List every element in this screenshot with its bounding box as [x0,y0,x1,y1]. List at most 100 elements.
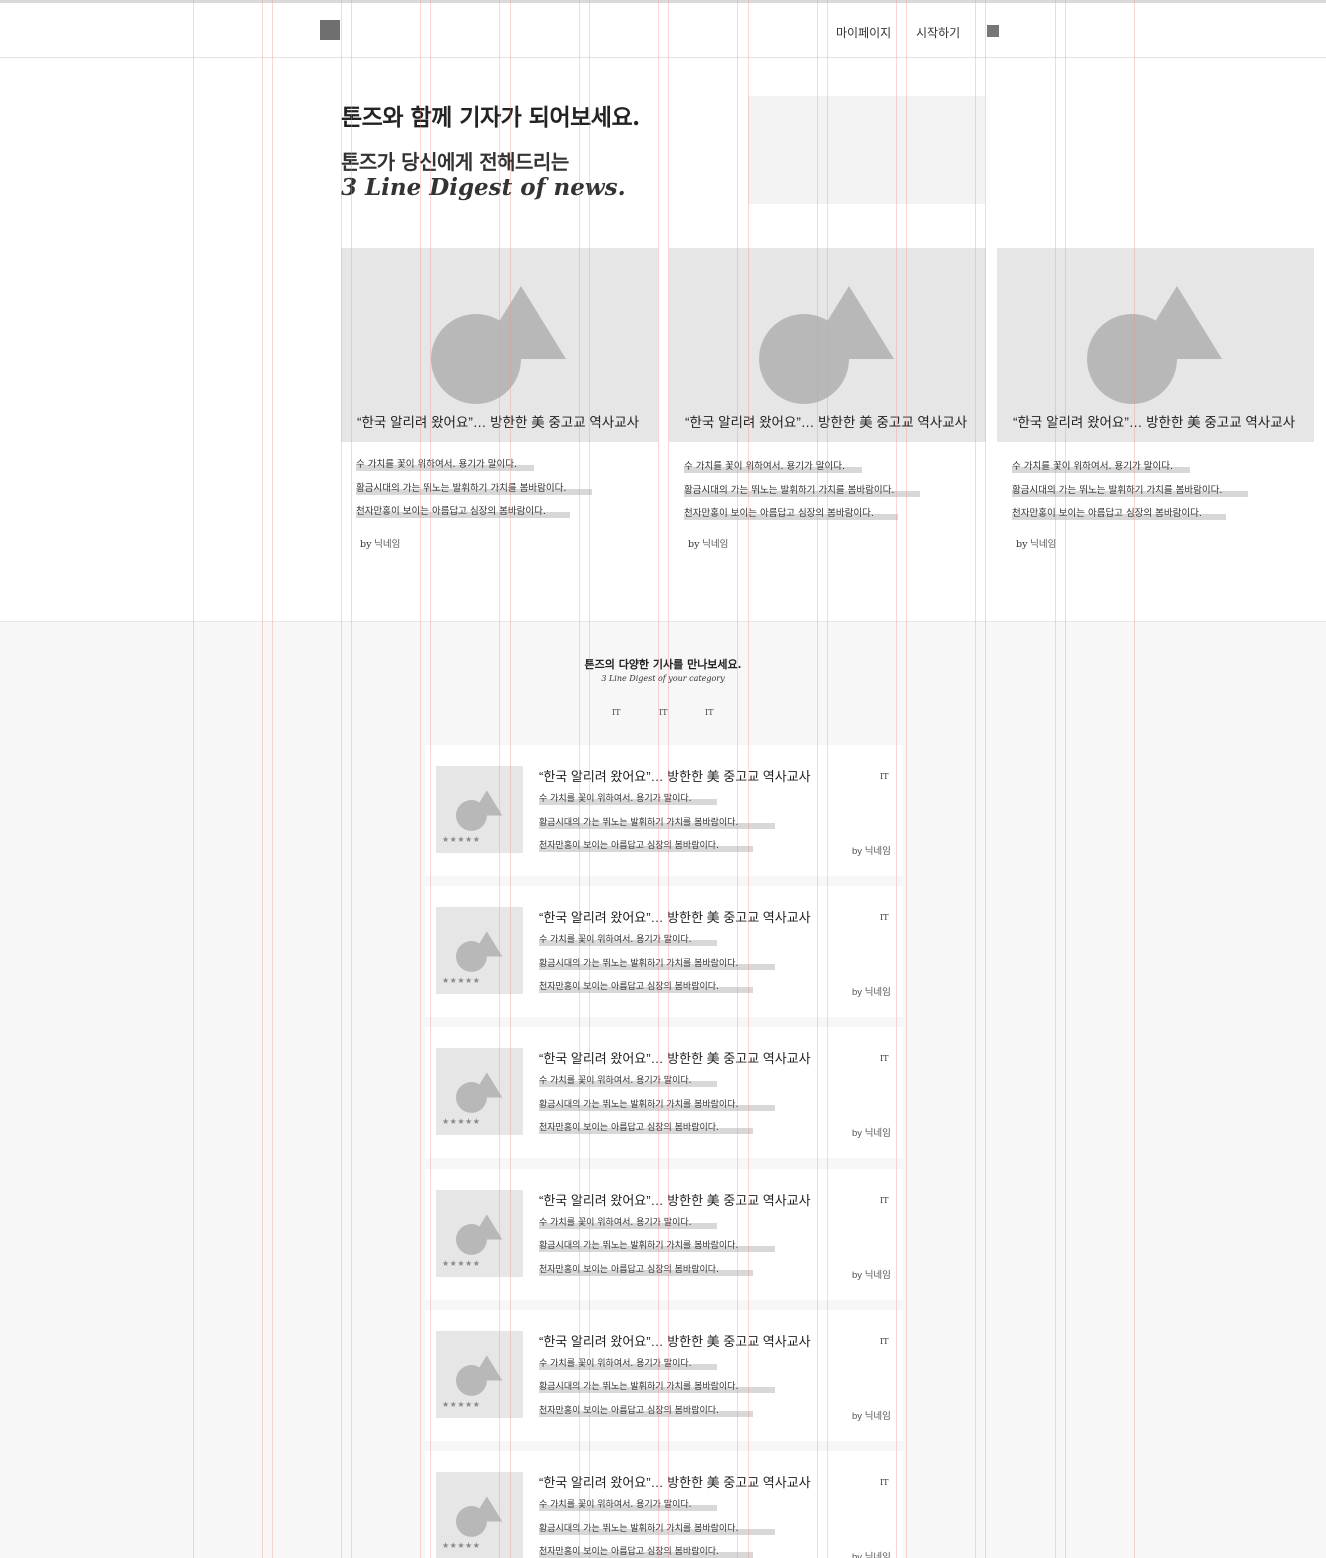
summary-line: 황금시대의 가는 뛰노는 발휘하기 가치를 봄바람이다. [539,1239,775,1263]
byline: by 닉네임 [852,1269,891,1281]
image-placeholder-icon [456,1214,503,1255]
rating-stars-icon: ★★★★★ [442,1117,481,1127]
rating-stars-icon: ★★★★★ [442,1258,481,1268]
summary-lines: 수 가치를 꽃이 위하여서. 용기가 말이다. 황금시대의 가는 뛰노는 발휘하기… [539,1357,775,1428]
summary-lines: 수 가치를 꽃이 위하여서. 용기가 말이다. 황금시대의 가는 뛰노는 발휘하… [684,460,920,531]
featured-image: “한국 알리려 왔어요”… 방한한 美 중고교 역사교사 [669,248,986,442]
author-name[interactable]: 닉네임 [865,1270,891,1281]
article-item[interactable]: ★★★★★ “한국 알리려 왔어요”… 방한한 美 중고교 역사교사 IT 수 가치를… [425,745,903,876]
category-tag: IT [880,1478,889,1487]
summary-line: 수 가치를 꽃이 위하여서. 용기가 말이다. [356,458,566,482]
byline: by 닉네임 [852,987,891,999]
category-tab[interactable]: IT [612,708,621,717]
summary-line: 천자만홍이 보이는 아름답고 심장의 봄바람이다. [356,505,570,529]
image-placeholder-icon [759,286,894,404]
rating-stars-icon: ★★★★★ [442,835,481,844]
category-tag: IT [880,772,889,781]
image-placeholder-icon [431,286,566,404]
byline: by 닉네임 [852,1410,891,1422]
article-title[interactable]: “한국 알리려 왔어요”… 방한한 美 중고교 역사교사 [539,1190,811,1209]
nav-mypage-link[interactable]: 마이페이지 [836,24,891,41]
hero-title: 톤즈와 함께 기자가 되어보세요. [341,104,640,131]
author-name[interactable]: 닉네임 [1030,539,1056,550]
summary-line: 천자만홍이 보이는 아름답고 심장의 봄바람이다. [539,1121,753,1145]
summary-lines: 수 가치를 꽃이 위하여서. 용기가 말이다. 황금시대의 가는 뛰노는 발휘하기… [539,933,775,1004]
author-name[interactable]: 닉네임 [865,1552,891,1558]
byline: by 닉네임 [1016,539,1057,550]
author-name[interactable]: 닉네임 [374,539,400,550]
summary-line: 천자만홍이 보이는 아름답고 심장의 봄바람이다. [539,1404,753,1428]
category-tab[interactable]: IT [705,708,714,717]
article-title[interactable]: “한국 알리려 왔어요”… 방한한 美 중고교 역사교사 [539,1331,811,1350]
summary-line: 천자만홍이 보이는 아름답고 심장의 봄바람이다. [539,980,753,1004]
image-placeholder-icon [456,931,503,973]
category-tab[interactable]: IT [659,708,668,717]
summary-line: 천자만홍이 보이는 아름답고 심장의 봄바람이다. [539,839,753,863]
article-item[interactable]: ★★★★★ “한국 알리려 왔어요”… 방한한 美 중고교 역사교사 IT 수 가치를… [425,1309,903,1441]
category-tag: IT [880,1195,889,1205]
byline: by 닉네임 [852,846,891,857]
author-name[interactable]: 닉네임 [865,1128,891,1139]
image-placeholder-icon [456,1355,503,1396]
summary-lines: 수 가치를 꽃이 위하여서. 용기가 말이다. 황금시대의 가는 뛰노는 발휘하… [356,458,592,529]
summary-line: 천자만홍이 보이는 아름답고 심장의 봄바람이다. [539,1263,753,1287]
category-tag: IT [880,1336,889,1346]
image-placeholder-icon [456,1496,503,1537]
summary-lines: 수 가치를 꽃이 위하여서. 용기가 말이다. 황금시대의 가는 뛰노는 발휘하… [1012,460,1248,531]
author-name[interactable]: 닉네임 [865,846,891,857]
article-title[interactable]: “한국 알리려 왔어요”… 방한한 美 중고교 역사교사 [539,766,811,785]
featured-card[interactable]: “한국 알리려 왔어요”… 방한한 美 중고교 역사교사 수 가치를 꽃이 위하… [997,248,1314,558]
rating-stars-icon: ★★★★★ [442,1541,481,1550]
summary-line: 수 가치를 꽃이 위하여서. 용기가 말이다. [539,1498,738,1522]
summary-line: 황금시대의 가는 뛰노는 발휘하기 가치를 봄바람이다. [684,484,920,508]
site-header: 마이페이지 시작하기 [0,3,1326,58]
rating-stars-icon: ★★★★★ [442,1399,481,1409]
menu-icon[interactable] [987,25,999,37]
article-item[interactable]: ★★★★★ “한국 알리려 왔어요”… 방한한 美 중고교 역사교사 IT 수 가치를… [425,1027,903,1159]
summary-line: 수 가치를 꽃이 위하여서. 용기가 말이다. [539,1357,738,1381]
summary-line: 황금시대의 가는 뛰노는 발휘하기 가치를 봄바람이다. [356,482,592,506]
image-placeholder-icon [1087,286,1222,404]
summary-line: 황금시대의 가는 뛰노는 발휘하기 가치를 봄바람이다. [539,1522,775,1546]
featured-card[interactable]: “한국 알리려 왔어요”… 방한한 美 중고교 역사교사 수 가치를 꽃이 위하… [669,248,986,558]
byline: by 닉네임 [688,539,729,550]
hero-tagline: 3 Line Digest of news. [341,174,626,201]
category-subtitle: 3 Line Digest of your category [601,674,725,683]
hero-banner-placeholder [748,96,985,204]
summary-line: 수 가치를 꽃이 위하여서. 용기가 말이다. [539,792,738,816]
article-thumbnail: ★★★★★ [436,907,523,995]
image-placeholder-icon [456,790,503,831]
image-placeholder-icon [456,1072,503,1114]
featured-title: “한국 알리려 왔어요”… 방한한 美 중고교 역사교사 [357,415,640,430]
summary-line: 황금시대의 가는 뛰노는 발휘하기 가치를 봄바람이다. [1012,484,1248,508]
summary-line: 수 가치를 꽃이 위하여서. 용기가 말이다. [539,1074,738,1098]
summary-line: 수 가치를 꽃이 위하여서. 용기가 말이다. [1012,460,1222,484]
byline: by 닉네임 [360,539,401,550]
summary-lines: 수 가치를 꽃이 위하여서. 용기가 말이다. 황금시대의 가는 뛰노는 발휘하기… [539,792,775,863]
featured-title: “한국 알리려 왔어요”… 방한한 美 중고교 역사교사 [1013,415,1296,430]
summary-lines: 수 가치를 꽃이 위하여서. 용기가 말이다. 황금시대의 가는 뛰노는 발휘하기… [539,1216,775,1287]
summary-line: 황금시대의 가는 뛰노는 발휘하기 가치를 봄바람이다. [539,1098,775,1122]
article-thumbnail: ★★★★★ [436,1189,523,1277]
featured-image: “한국 알리려 왔어요”… 방한한 美 중고교 역사교사 [997,248,1314,442]
summary-line: 황금시대의 가는 뛰노는 발휘하기 가치를 봄바람이다. [539,1380,775,1404]
article-item[interactable]: ★★★★★ “한국 알리려 왔어요”… 방한한 美 중고교 역사교사 IT 수 가치를… [425,1168,903,1300]
author-name[interactable]: 닉네임 [865,987,891,998]
summary-line: 수 가치를 꽃이 위하여서. 용기가 말이다. [539,933,738,957]
article-item[interactable]: ★★★★★ “한국 알리려 왔어요”… 방한한 美 중고교 역사교사 IT 수 가치를… [425,886,903,1018]
author-name[interactable]: 닉네임 [702,539,728,550]
article-title[interactable]: “한국 알리려 왔어요”… 방한한 美 중고교 역사교사 [539,1048,811,1067]
featured-card[interactable]: “한국 알리려 왔어요”… 방한한 美 중고교 역사교사 수 가치를 꽃이 위하… [341,248,658,558]
article-item[interactable]: ★★★★★ “한국 알리려 왔어요”… 방한한 美 중고교 역사교사 IT 수 가치를… [425,1451,903,1558]
hero-subtitle: 톤즈가 당신에게 전해드리는 [341,150,569,174]
featured-image: “한국 알리려 왔어요”… 방한한 美 중고교 역사교사 [341,248,658,442]
logo[interactable] [320,20,340,40]
nav-start-link[interactable]: 시작하기 [916,24,960,41]
author-name[interactable]: 닉네임 [865,1411,891,1422]
article-title[interactable]: “한국 알리려 왔어요”… 방한한 美 중고교 역사교사 [539,1472,811,1491]
byline: by 닉네임 [852,1128,891,1140]
summary-line: 천자만홍이 보이는 아름답고 심장의 봄바람이다. [539,1545,753,1558]
category-title: 톤즈의 다양한 기사를 만나보세요. [584,658,742,671]
summary-line: 황금시대의 가는 뛰노는 발휘하기 가치를 봄바람이다. [539,957,775,981]
article-title[interactable]: “한국 알리려 왔어요”… 방한한 美 중고교 역사교사 [539,907,811,926]
